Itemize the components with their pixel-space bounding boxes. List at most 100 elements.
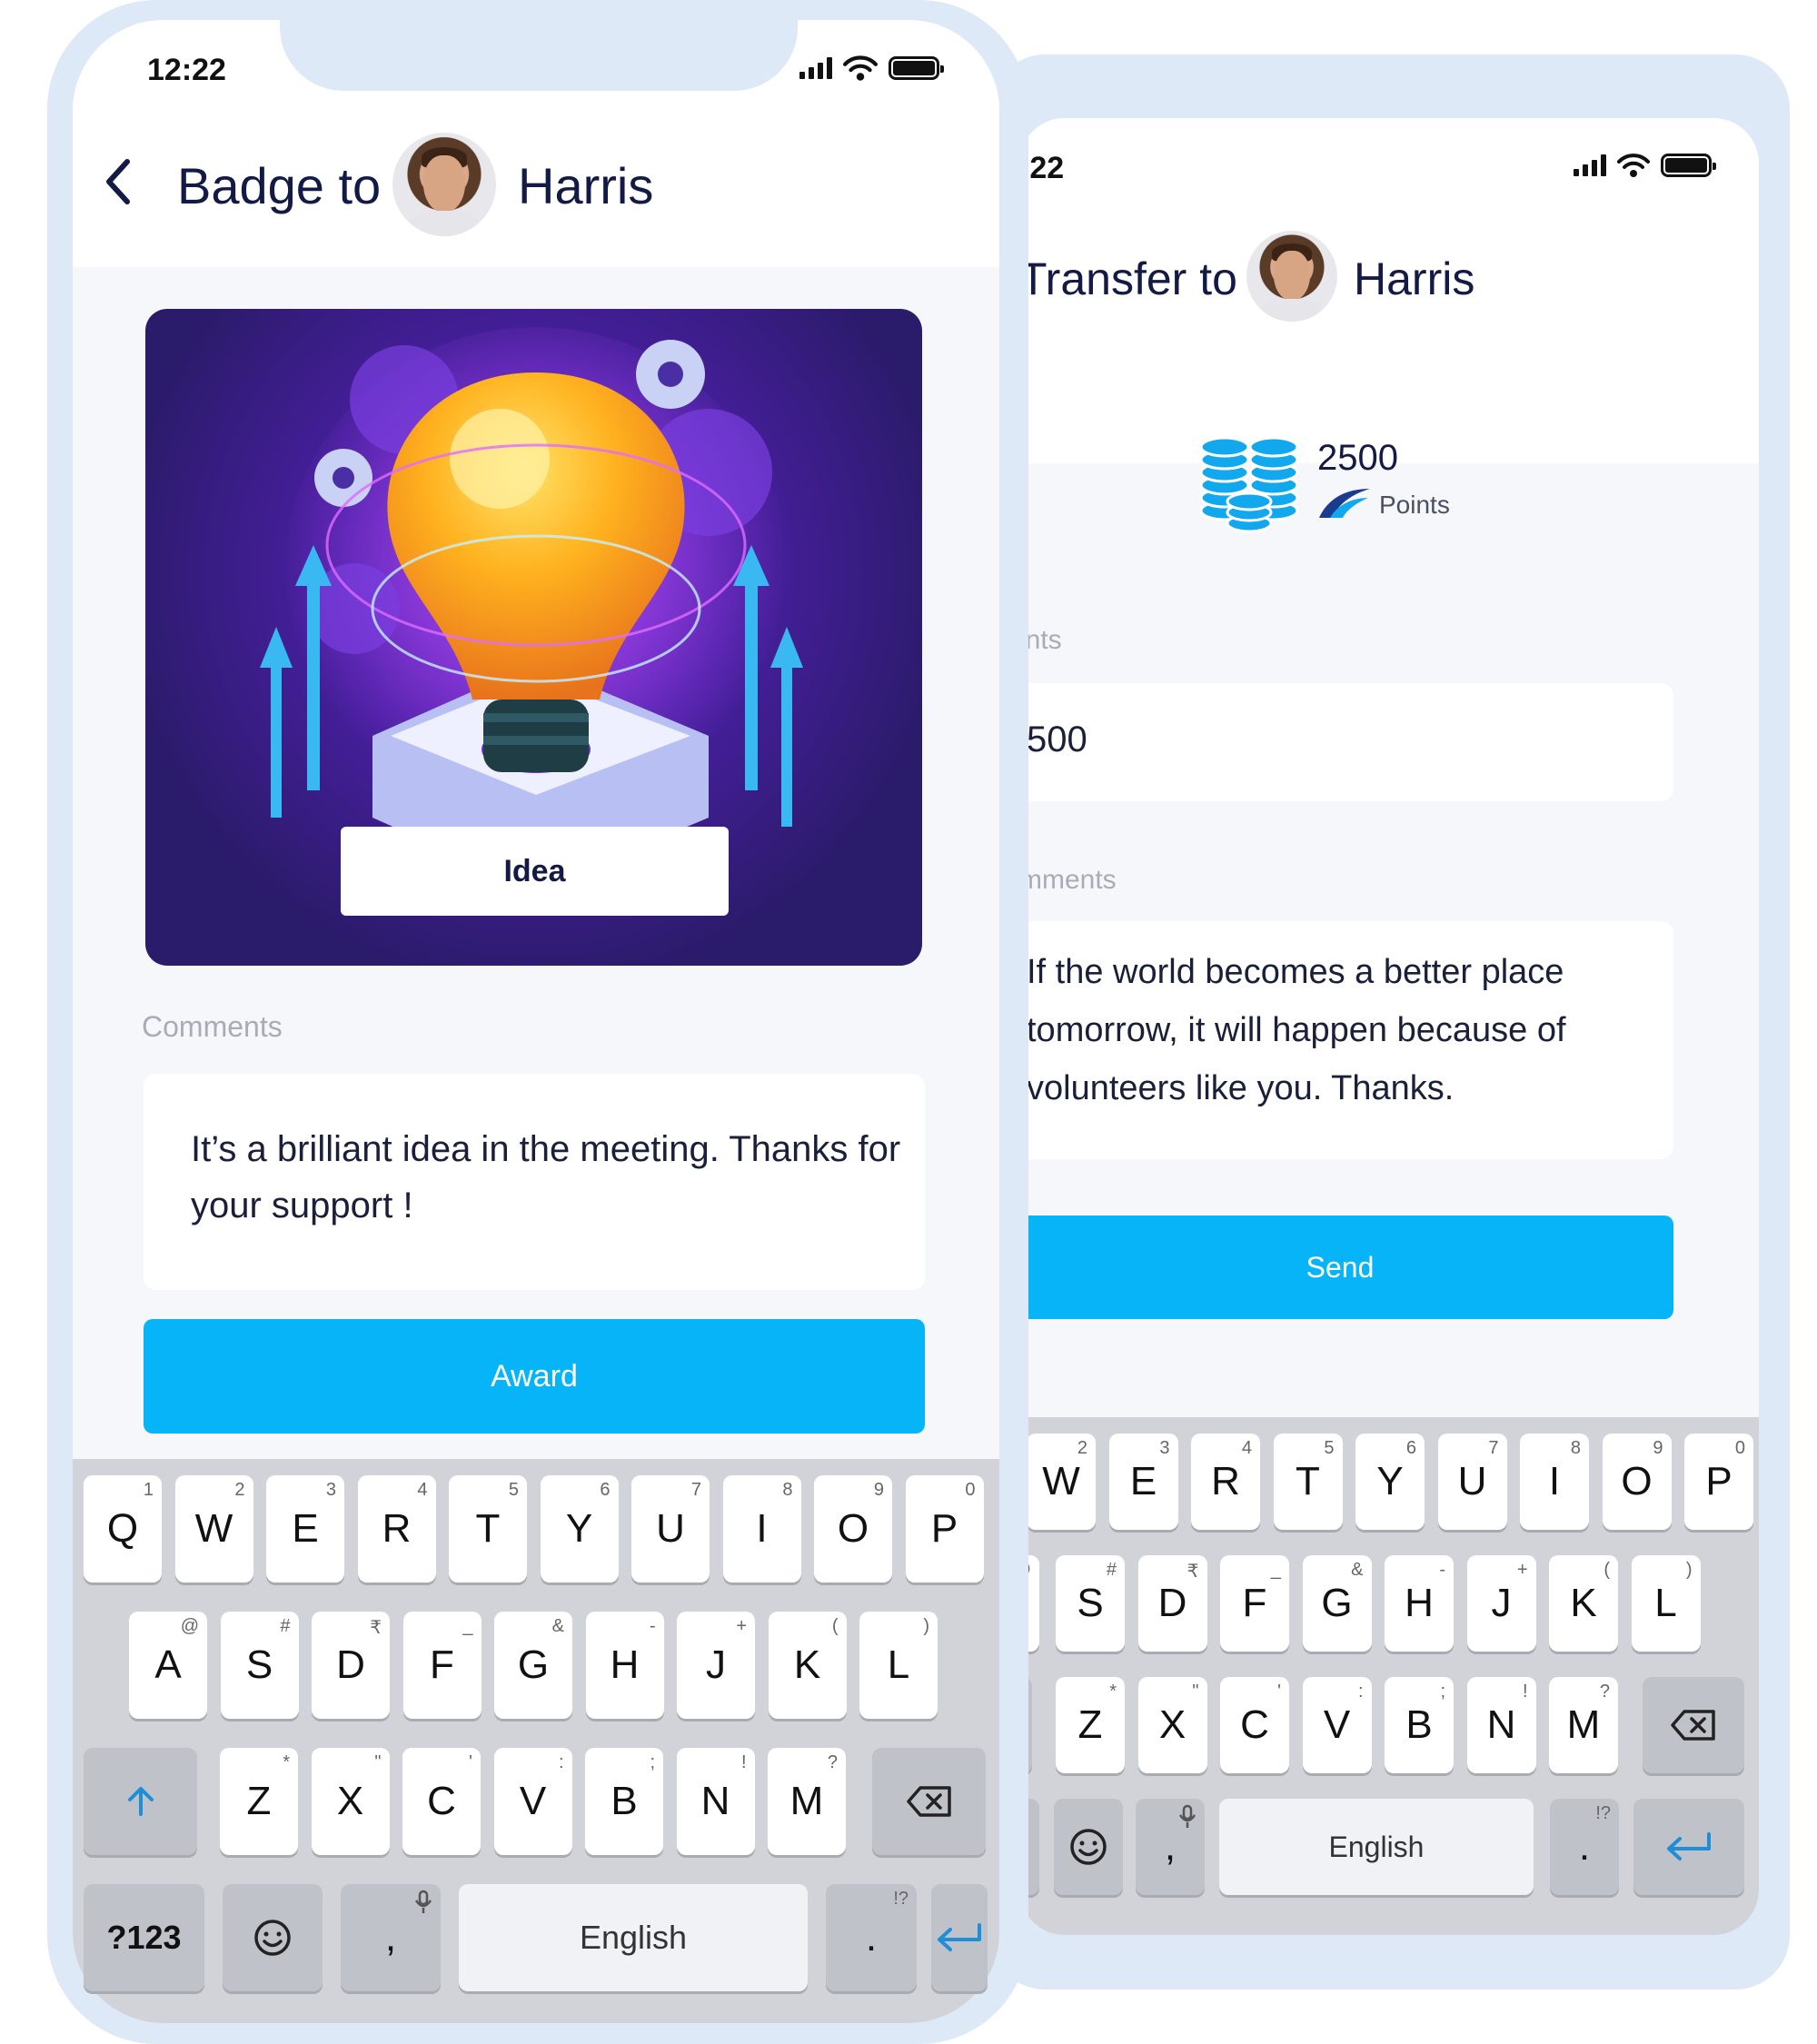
space-key[interactable]: English — [1219, 1799, 1534, 1895]
key-r[interactable]: R4 — [1191, 1434, 1260, 1530]
key-c[interactable]: C ' — [1220, 1677, 1289, 1773]
key-t[interactable]: T5 — [449, 1475, 527, 1583]
space-key[interactable]: English — [459, 1884, 808, 1991]
key-n-label: N — [1486, 1702, 1516, 1747]
key-m[interactable]: M? — [768, 1748, 846, 1855]
key-w-hint: 2 — [1077, 1438, 1087, 1458]
key-u[interactable]: U7 — [631, 1475, 710, 1583]
key-v-label: V — [1323, 1702, 1351, 1747]
key-d[interactable]: D ₹ — [1137, 1555, 1207, 1652]
key-w[interactable]: W2 — [1027, 1434, 1096, 1530]
key-s[interactable]: S # — [1056, 1555, 1125, 1652]
key-k[interactable]: K( — [768, 1612, 847, 1719]
key-i-hint: 8 — [1570, 1438, 1581, 1458]
key-b-hint: ; — [1440, 1682, 1445, 1702]
key-k[interactable]: K( — [1549, 1555, 1618, 1652]
key-p[interactable]: P0 — [1684, 1434, 1753, 1530]
key-e-label: E — [1129, 1459, 1157, 1503]
enter-key[interactable] — [1633, 1799, 1744, 1895]
period-key[interactable]: .!? — [826, 1884, 917, 1991]
key-k-label: K — [793, 1642, 821, 1687]
key-e[interactable]: E3 — [1108, 1434, 1178, 1530]
key-i-hint: 8 — [782, 1480, 793, 1500]
key-u[interactable]: U7 — [1437, 1434, 1507, 1530]
symbols-key[interactable]: ?123 — [84, 1884, 204, 1991]
key-z[interactable]: Z * — [220, 1748, 298, 1855]
cellular-signal-icon — [1574, 154, 1606, 176]
key-z-label: Z — [1077, 1702, 1103, 1747]
key-x-hint: " — [374, 1752, 382, 1772]
key-v[interactable]: V: — [493, 1748, 572, 1855]
key-y[interactable]: Y6 — [1355, 1434, 1425, 1530]
comments-field[interactable]: It’s a brilliant idea in the meeting. Th… — [144, 1074, 925, 1290]
key-x[interactable]: X " — [311, 1748, 390, 1855]
key-v-label: V — [519, 1779, 547, 1823]
emoji-key[interactable] — [223, 1884, 323, 1991]
key-v[interactable]: V: — [1302, 1677, 1372, 1773]
key-x[interactable]: X " — [1137, 1677, 1207, 1773]
key-g[interactable]: G & — [494, 1612, 572, 1719]
backspace-key[interactable] — [1643, 1677, 1744, 1773]
key-t[interactable]: T5 — [1273, 1434, 1343, 1530]
key-j[interactable]: J + — [1466, 1555, 1536, 1652]
key-h[interactable]: H- — [585, 1612, 664, 1719]
key-r-label: R — [382, 1506, 412, 1551]
key-x-label: X — [336, 1779, 364, 1823]
key-c-label: C — [427, 1779, 456, 1823]
key-n[interactable]: N! — [1466, 1677, 1536, 1773]
key-f[interactable]: F _ — [402, 1612, 482, 1719]
key-z-label: Z — [246, 1779, 272, 1823]
comments-field[interactable]: If the world becomes a better place tomo… — [1019, 921, 1673, 1159]
key-a[interactable]: A @ — [129, 1612, 207, 1719]
key-i[interactable]: I8 — [1520, 1434, 1589, 1530]
chevron-left-icon[interactable] — [100, 156, 136, 207]
key-r[interactable]: R4 — [357, 1475, 436, 1583]
points-field[interactable]: 500 — [1019, 683, 1673, 801]
key-z[interactable]: Z * — [1056, 1677, 1125, 1773]
key-b[interactable]: B; — [1385, 1677, 1454, 1773]
key-i[interactable]: I8 — [722, 1475, 801, 1583]
key-q-label: Q — [106, 1506, 139, 1551]
key-h[interactable]: H- — [1385, 1555, 1454, 1652]
key-n[interactable]: N! — [676, 1748, 755, 1855]
symbols-key-label: ?123 — [106, 1919, 182, 1956]
key-t-hint: 5 — [1324, 1438, 1335, 1458]
send-button[interactable]: Send — [1019, 1215, 1673, 1319]
key-l[interactable]: L) — [859, 1612, 938, 1719]
key-m[interactable]: M? — [1549, 1677, 1618, 1773]
key-c-hint: ' — [469, 1752, 472, 1772]
badge-illustration[interactable]: Idea — [145, 309, 922, 966]
key-e[interactable]: E3 — [266, 1475, 344, 1583]
key-f[interactable]: F _ — [1220, 1555, 1289, 1652]
comma-key[interactable]: , — [341, 1884, 441, 1991]
key-b[interactable]: B; — [585, 1748, 663, 1855]
enter-key[interactable] — [931, 1884, 988, 1991]
key-c[interactable]: C ' — [402, 1748, 481, 1855]
key-b-hint: ; — [650, 1752, 655, 1772]
key-y[interactable]: Y6 — [540, 1475, 619, 1583]
award-button[interactable]: Award — [144, 1319, 925, 1434]
key-o[interactable]: O9 — [1602, 1434, 1672, 1530]
key-g-hint: & — [1351, 1560, 1364, 1580]
key-s[interactable]: S # — [220, 1612, 299, 1719]
key-o[interactable]: O9 — [814, 1475, 892, 1583]
shift-key[interactable] — [84, 1748, 197, 1855]
period-key[interactable]: .!? — [1550, 1799, 1619, 1895]
comments-label: mments — [1019, 865, 1117, 895]
comments-label: Comments — [142, 1010, 283, 1043]
key-r-label: R — [1211, 1459, 1240, 1503]
key-w[interactable]: W2 — [174, 1475, 253, 1583]
key-y-label: Y — [1376, 1459, 1404, 1503]
key-d[interactable]: D ₹ — [312, 1612, 390, 1719]
key-q[interactable]: Q1 — [84, 1475, 162, 1583]
notch — [280, 20, 798, 91]
key-g[interactable]: G & — [1302, 1555, 1372, 1652]
key-p[interactable]: P0 — [905, 1475, 984, 1583]
emoji-key[interactable] — [1054, 1799, 1123, 1895]
key-l[interactable]: L) — [1631, 1555, 1701, 1652]
battery-icon — [1661, 154, 1716, 177]
backspace-key[interactable] — [872, 1748, 986, 1855]
comma-key[interactable]: , — [1136, 1799, 1205, 1895]
key-f-label: F — [430, 1642, 454, 1687]
key-j[interactable]: J + — [677, 1612, 755, 1719]
